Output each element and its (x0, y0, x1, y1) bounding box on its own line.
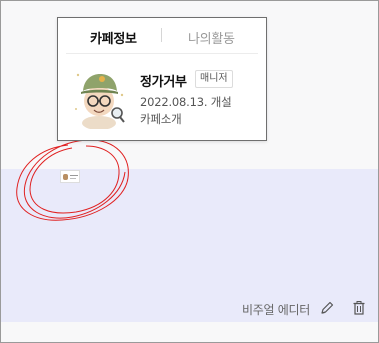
thumbnail-line (70, 178, 76, 179)
trash-icon[interactable] (351, 300, 367, 316)
widget-thumbnail[interactable] (60, 170, 80, 183)
bottom-strip (1, 322, 378, 342)
thumbnail-line (70, 175, 78, 176)
tabs-underline (66, 53, 258, 54)
tab-divider (161, 28, 162, 42)
manager-avatar[interactable] (72, 65, 128, 129)
cafe-intro-link[interactable]: 카페소개 (140, 111, 182, 127)
tab-cafe-info[interactable]: 카페정보 (90, 28, 137, 47)
cafe-opened-date: 2022.08.13. 개설 (140, 95, 232, 109)
visual-editor-button[interactable]: 비주얼 에디터 (242, 301, 310, 318)
thumbnail-avatar (63, 174, 68, 180)
tab-my-activity[interactable]: 나의활동 (188, 28, 235, 47)
cafe-info-popover: 카페정보 나의활동 정가거부 매니저 2022.08.13. 개설 카페소개 (57, 17, 267, 141)
popover-tabs: 카페정보 나의활동 (58, 18, 266, 54)
manager-nickname[interactable]: 정가거부 (140, 71, 187, 90)
role-badge: 매니저 (195, 70, 233, 88)
pencil-icon[interactable] (319, 300, 335, 316)
